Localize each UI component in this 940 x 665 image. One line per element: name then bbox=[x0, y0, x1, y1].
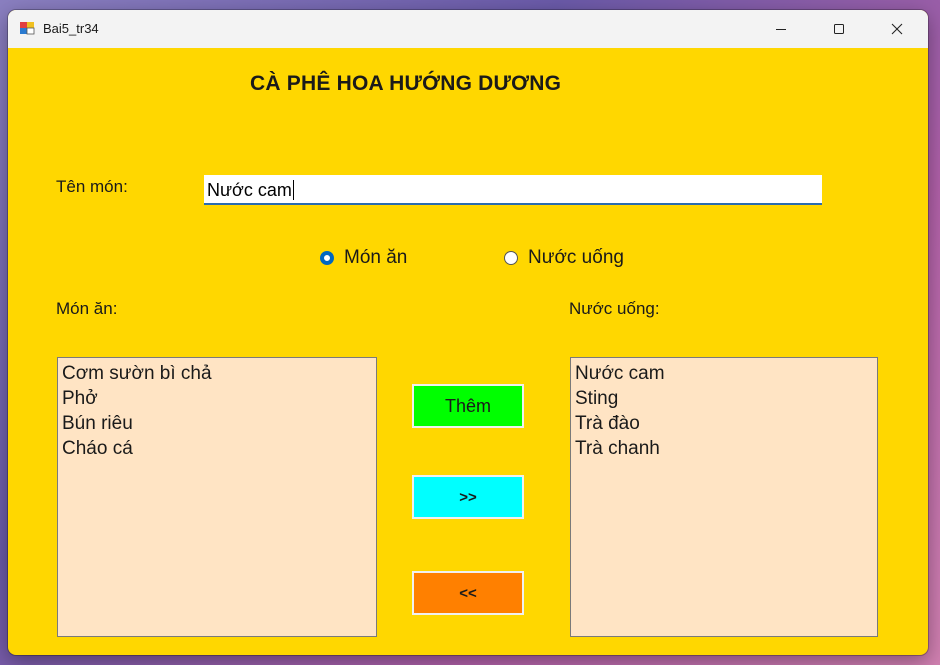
move-right-button[interactable]: >> bbox=[412, 475, 524, 519]
app-icon bbox=[19, 20, 35, 36]
app-window: Bai5_tr34 CÀ PHÊ HOA HƯỚNG DƯƠNG Tên món… bbox=[8, 10, 928, 655]
radio-food-label: Món ăn bbox=[344, 247, 408, 268]
drink-listbox[interactable]: Nước cam Sting Trà đào Trà chanh bbox=[570, 357, 878, 637]
drink-list-label: Nước uống: bbox=[569, 299, 660, 318]
name-input-value: Nước cam bbox=[207, 180, 292, 200]
list-item[interactable]: Cháo cá bbox=[62, 436, 372, 461]
food-listbox[interactable]: Cơm sườn bì chả Phở Bún riêu Cháo cá bbox=[57, 357, 377, 637]
move-left-button[interactable]: << bbox=[412, 571, 524, 615]
text-caret bbox=[292, 180, 294, 200]
list-item[interactable]: Trà chanh bbox=[575, 436, 873, 461]
food-list-label: Món ăn: bbox=[56, 299, 118, 318]
list-item[interactable]: Nước cam bbox=[575, 361, 873, 386]
name-input[interactable]: Nước cam bbox=[204, 175, 822, 205]
list-item[interactable]: Cơm sườn bì chả bbox=[62, 361, 372, 386]
minimize-icon bbox=[776, 29, 786, 30]
close-icon bbox=[891, 23, 903, 35]
name-label: Tên món: bbox=[56, 177, 128, 196]
radio-drink[interactable]: Nước uống bbox=[504, 247, 624, 269]
minimize-button[interactable] bbox=[752, 10, 810, 48]
list-item[interactable]: Trà đào bbox=[575, 411, 873, 436]
window-title: Bai5_tr34 bbox=[43, 21, 99, 36]
list-item[interactable]: Bún riêu bbox=[62, 411, 372, 436]
radio-checked-icon bbox=[320, 251, 334, 265]
form-client-area: CÀ PHÊ HOA HƯỚNG DƯƠNG Tên món: Nước cam… bbox=[8, 48, 928, 655]
list-item[interactable]: Sting bbox=[575, 386, 873, 411]
page-title: CÀ PHÊ HOA HƯỚNG DƯƠNG bbox=[250, 72, 562, 95]
radio-drink-label: Nước uống bbox=[528, 247, 624, 268]
add-button[interactable]: Thêm bbox=[412, 384, 524, 428]
close-button[interactable] bbox=[868, 10, 926, 48]
radio-food[interactable]: Món ăn bbox=[320, 247, 407, 269]
radio-unchecked-icon bbox=[504, 251, 518, 265]
maximize-icon bbox=[834, 24, 844, 34]
list-item[interactable]: Phở bbox=[62, 386, 372, 411]
title-bar[interactable]: Bai5_tr34 bbox=[8, 10, 928, 48]
maximize-button[interactable] bbox=[810, 10, 868, 48]
